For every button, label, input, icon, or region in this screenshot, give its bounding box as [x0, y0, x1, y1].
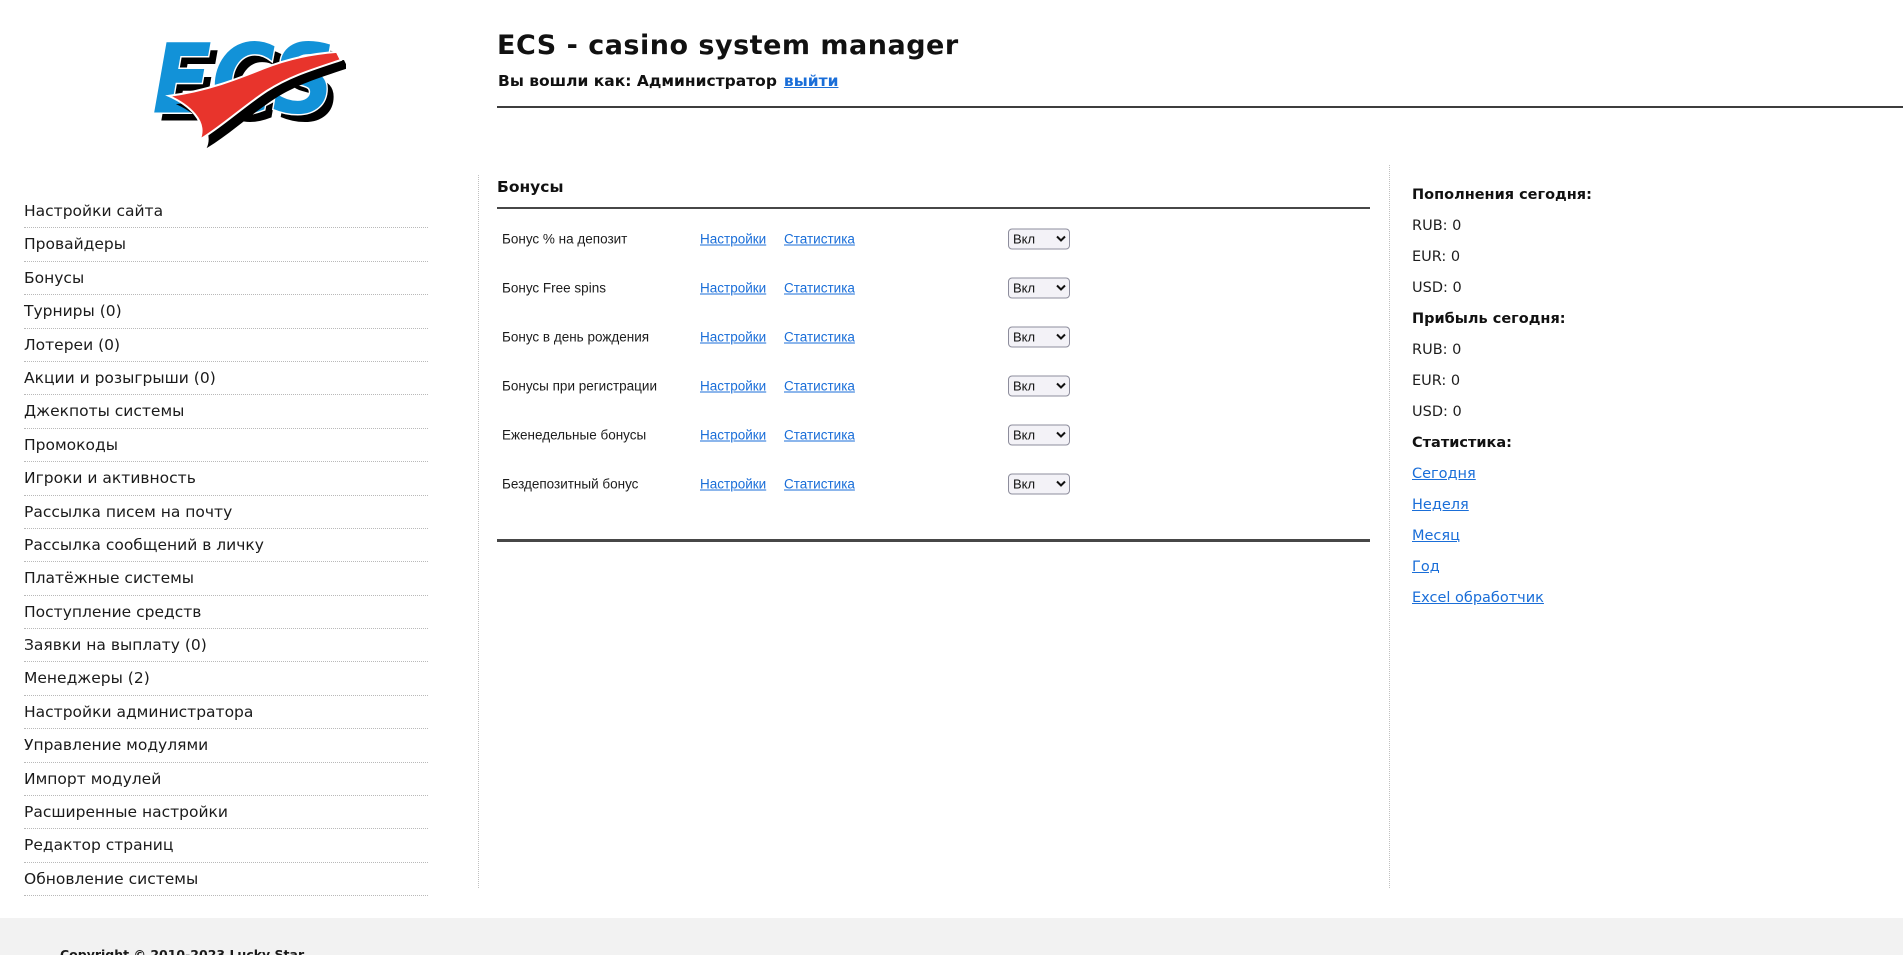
stats-link-item: Неделя [1412, 490, 1732, 521]
stats-period-link[interactable]: Год [1412, 559, 1440, 575]
sidebar-item[interactable]: Джекпоты системы [24, 395, 428, 428]
sidebar-item[interactable]: Провайдеры [24, 228, 428, 261]
profit-amount-line: USD: 0 [1412, 397, 1732, 428]
statistics-link[interactable]: Статистика [784, 280, 855, 295]
bonus-label: Бонус % на депозит [502, 231, 627, 246]
sidebar-item[interactable]: Акции и розыгрыши (0) [24, 362, 428, 395]
footer: Copyright © 2010-2023 Lucky Star [0, 918, 1903, 955]
ecs-logo: ECS ECS [136, 10, 346, 150]
sidebar-item[interactable]: Поступление средств [24, 596, 428, 629]
bonus-label: Бонусы при регистрации [502, 378, 657, 393]
ecs-logo-image: ECS ECS [136, 10, 346, 150]
sidebar-item[interactable]: Редактор страниц [24, 829, 428, 862]
summary-panel: Пополнения сегодня: RUB: 0EUR: 0USD: 0 П… [1412, 180, 1732, 614]
page: ECS ECS ECS - casino system manager Вы в… [0, 0, 1903, 955]
settings-link[interactable]: Настройки [700, 329, 766, 344]
bonus-label: Бонус Free spins [502, 280, 606, 295]
bonus-state-select[interactable]: Вкл [1008, 424, 1070, 445]
statistics-link[interactable]: Статистика [784, 427, 855, 442]
bonuses-section: Бонусы Бонус % на депозит Настройки Статис… [497, 178, 1370, 542]
statistics-link[interactable]: Статистика [784, 476, 855, 491]
sidebar-item[interactable]: Промокоды [24, 429, 428, 462]
settings-link[interactable]: Настройки [700, 476, 766, 491]
sidebar-menu: Настройки сайтаПровайдерыБонусыТурниры (… [24, 195, 428, 896]
stats-period-link[interactable]: Сегодня [1412, 466, 1476, 482]
stats-link-item: Сегодня [1412, 459, 1732, 490]
bonus-row: Еженедельные бонусы Настройки Статистика Вк… [497, 410, 1370, 459]
sidebar-item[interactable]: Рассылка сообщений в личку [24, 529, 428, 562]
stats-period-link[interactable]: Excel обработчик [1412, 590, 1544, 606]
bonuses-top-rule [497, 207, 1370, 209]
statistics-links: Сегодня Неделя Месяц Год Excel обработчик [1412, 459, 1732, 614]
sidebar-item[interactable]: Заявки на выплату (0) [24, 629, 428, 662]
bonus-label: Еженедельные бонусы [502, 427, 646, 442]
bonus-row: Бездепозитный бонус Настройки Статистика Вк… [497, 459, 1370, 508]
profit-amount-line: EUR: 0 [1412, 366, 1732, 397]
sidebar-item[interactable]: Настройки администратора [24, 696, 428, 729]
sidebar-item[interactable]: Бонусы [24, 262, 428, 295]
logout-link[interactable]: выйти [784, 72, 839, 90]
stats-period-link[interactable]: Месяц [1412, 528, 1460, 544]
stats-period-link[interactable]: Неделя [1412, 497, 1469, 513]
login-status: Вы вошли как: Администратор [498, 72, 777, 90]
stats-link-item: Год [1412, 552, 1732, 583]
statistics-link[interactable]: Статистика [784, 231, 855, 246]
sidebar-item[interactable]: Импорт модулей [24, 763, 428, 796]
bonus-label: Бездепозитный бонус [502, 476, 638, 491]
deposit-amount-line: RUB: 0 [1412, 211, 1732, 242]
bonus-rows: Бонус % на депозит Настройки Статистика Вкл… [497, 214, 1370, 508]
bonus-state-select[interactable]: Вкл [1008, 326, 1070, 347]
deposits-list: RUB: 0EUR: 0USD: 0 [1412, 211, 1732, 304]
copyright: Copyright © 2010-2023 Lucky Star [60, 947, 304, 955]
bonus-row: Бонус % на депозит Настройки Статистика Вкл [497, 214, 1370, 263]
bonus-state-select[interactable]: Вкл [1008, 473, 1070, 494]
settings-link[interactable]: Настройки [700, 280, 766, 295]
bonus-row: Бонус в день рождения Настройки Статистика… [497, 312, 1370, 361]
sidebar-item[interactable]: Рассылка писем на почту [24, 496, 428, 529]
sidebar-item[interactable]: Управление модулями [24, 729, 428, 762]
settings-link[interactable]: Настройки [700, 231, 766, 246]
profit-today-title: Прибыль сегодня: [1412, 304, 1732, 335]
settings-link[interactable]: Настройки [700, 427, 766, 442]
sidebar-item[interactable]: Лотереи (0) [24, 329, 428, 362]
sidebar-item[interactable]: Игроки и активность [24, 462, 428, 495]
deposits-today-title: Пополнения сегодня: [1412, 180, 1732, 211]
header-divider [497, 106, 1903, 108]
statistics-link[interactable]: Статистика [784, 329, 855, 344]
bonus-state-select[interactable]: Вкл [1008, 228, 1070, 249]
bonus-label: Бонус в день рождения [502, 329, 649, 344]
sidebar-item[interactable]: Настройки сайта [24, 195, 428, 228]
sidebar-item[interactable]: Обновление системы [24, 863, 428, 896]
sidebar-item[interactable]: Турниры (0) [24, 295, 428, 328]
sidebar-item[interactable]: Расширенные настройки [24, 796, 428, 829]
bonus-row: Бонус Free spins Настройки Статистика Вкл [497, 263, 1370, 312]
page-title: ECS - casino system manager [497, 30, 959, 61]
sidebar-item[interactable]: Менеджеры (2) [24, 662, 428, 695]
statistics-title: Статистика: [1412, 428, 1732, 459]
deposit-amount-line: USD: 0 [1412, 273, 1732, 304]
stats-link-item: Месяц [1412, 521, 1732, 552]
left-content-divider [478, 175, 479, 888]
settings-link[interactable]: Настройки [700, 378, 766, 393]
bonus-state-select[interactable]: Вкл [1008, 375, 1070, 396]
profit-list: RUB: 0EUR: 0USD: 0 [1412, 335, 1732, 428]
bonus-state-select[interactable]: Вкл [1008, 277, 1070, 298]
right-content-divider [1389, 165, 1390, 888]
sidebar-item[interactable]: Платёжные системы [24, 562, 428, 595]
deposit-amount-line: EUR: 0 [1412, 242, 1732, 273]
profit-amount-line: RUB: 0 [1412, 335, 1732, 366]
bonuses-bottom-rule [497, 539, 1370, 542]
login-status-line: Вы вошли как: Администратор выйти [498, 72, 838, 90]
bonus-row: Бонусы при регистрации Настройки Статистик… [497, 361, 1370, 410]
statistics-link[interactable]: Статистика [784, 378, 855, 393]
stats-link-item: Excel обработчик [1412, 583, 1732, 614]
bonuses-title: Бонусы [497, 178, 1370, 207]
